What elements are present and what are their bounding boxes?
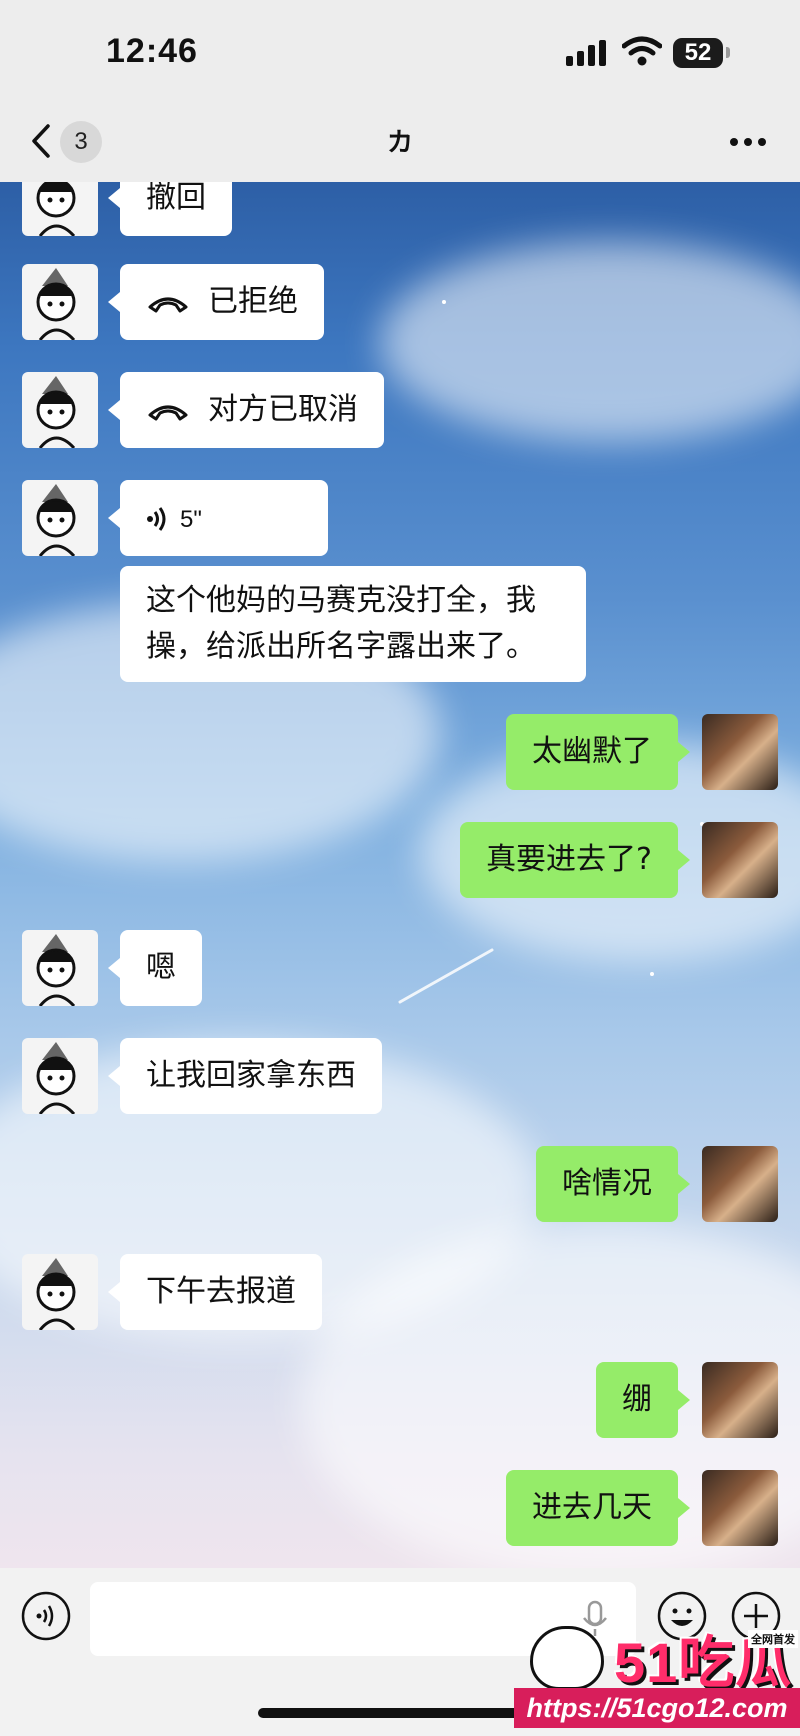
message-bubble[interactable]: 让我回家拿东西 [120, 1038, 382, 1114]
contact-avatar[interactable] [22, 264, 98, 340]
watermark-tag: 全网首发 [748, 1630, 798, 1648]
home-indicator[interactable] [258, 1708, 542, 1718]
background-cloud [380, 242, 800, 442]
voice-message-bubble[interactable]: 5" [120, 480, 328, 556]
call-status-text: 已拒绝 [208, 284, 298, 319]
message-bubble[interactable]: 真要进去了? [460, 822, 678, 898]
call-cancelled-bubble[interactable]: 对方已取消 [120, 372, 384, 448]
contact-avatar[interactable] [22, 372, 98, 448]
voice-input-icon[interactable] [20, 1590, 72, 1642]
site-watermark: 51吃瓜 全网首发 https://51cgo12.com [514, 1618, 800, 1736]
bubble-tail [678, 1390, 690, 1410]
contact-avatar[interactable] [22, 480, 98, 556]
background-star [442, 300, 446, 304]
voice-wave-icon [147, 506, 166, 531]
status-bar: 12:46 52 [0, 0, 800, 100]
message-bubble[interactable]: 下午去报道 [120, 1254, 322, 1330]
status-time: 12:46 [106, 32, 198, 70]
shooting-star [398, 948, 494, 1004]
bubble-tail [108, 1282, 120, 1302]
my-avatar[interactable] [702, 714, 778, 790]
chat-header: 3 カ [0, 100, 800, 182]
message-bubble[interactable]: 嗯 [120, 930, 202, 1006]
message-bubble[interactable]: 啥情况 [536, 1146, 678, 1222]
contact-avatar[interactable] [22, 1038, 98, 1114]
contact-avatar[interactable] [22, 1254, 98, 1330]
bubble-tail [108, 958, 120, 978]
background-star [650, 972, 654, 976]
battery-tip [726, 47, 730, 58]
watermark-url: https://51cgo12.com [514, 1688, 800, 1728]
call-status-text: 对方已取消 [208, 392, 358, 427]
bubble-tail [108, 1066, 120, 1086]
wifi-icon [622, 36, 662, 66]
phone-hangup-icon [148, 297, 188, 312]
contact-avatar[interactable] [22, 182, 98, 236]
cellular-signal-icon [566, 40, 606, 66]
my-avatar[interactable] [702, 1146, 778, 1222]
bubble-tail [678, 850, 690, 870]
watermark-mascot-icon [530, 1626, 604, 1690]
message-bubble[interactable]: 撤回 [120, 182, 232, 236]
phone-hangup-icon [148, 405, 188, 420]
voice-duration: 5" [180, 506, 202, 533]
my-avatar[interactable] [702, 1362, 778, 1438]
bubble-tail [108, 188, 120, 208]
bubble-tail [108, 400, 120, 420]
message-bubble[interactable]: 绷 [596, 1362, 678, 1438]
my-avatar[interactable] [702, 822, 778, 898]
call-declined-bubble[interactable]: 已拒绝 [120, 264, 324, 340]
bubble-tail [678, 742, 690, 762]
chat-message-list[interactable]: 撤回 已拒绝 对方已取消 5" 这个他妈的马赛克没打全，我操，给派出所名字露出来… [0, 182, 800, 1568]
my-avatar[interactable] [702, 1470, 778, 1546]
message-bubble[interactable]: 这个他妈的马赛克没打全，我操，给派出所名字露出来了。 [120, 566, 586, 682]
message-bubble[interactable]: 太幽默了 [506, 714, 678, 790]
battery-indicator: 52 [673, 38, 723, 68]
bubble-tail [678, 1498, 690, 1518]
message-bubble[interactable]: 进去几天 [506, 1470, 678, 1546]
bubble-tail [678, 1174, 690, 1194]
contact-avatar[interactable] [22, 930, 98, 1006]
bubble-tail [108, 508, 120, 528]
more-options-icon[interactable] [728, 136, 768, 148]
bubble-tail [108, 292, 120, 312]
chat-title: カ [386, 128, 413, 158]
